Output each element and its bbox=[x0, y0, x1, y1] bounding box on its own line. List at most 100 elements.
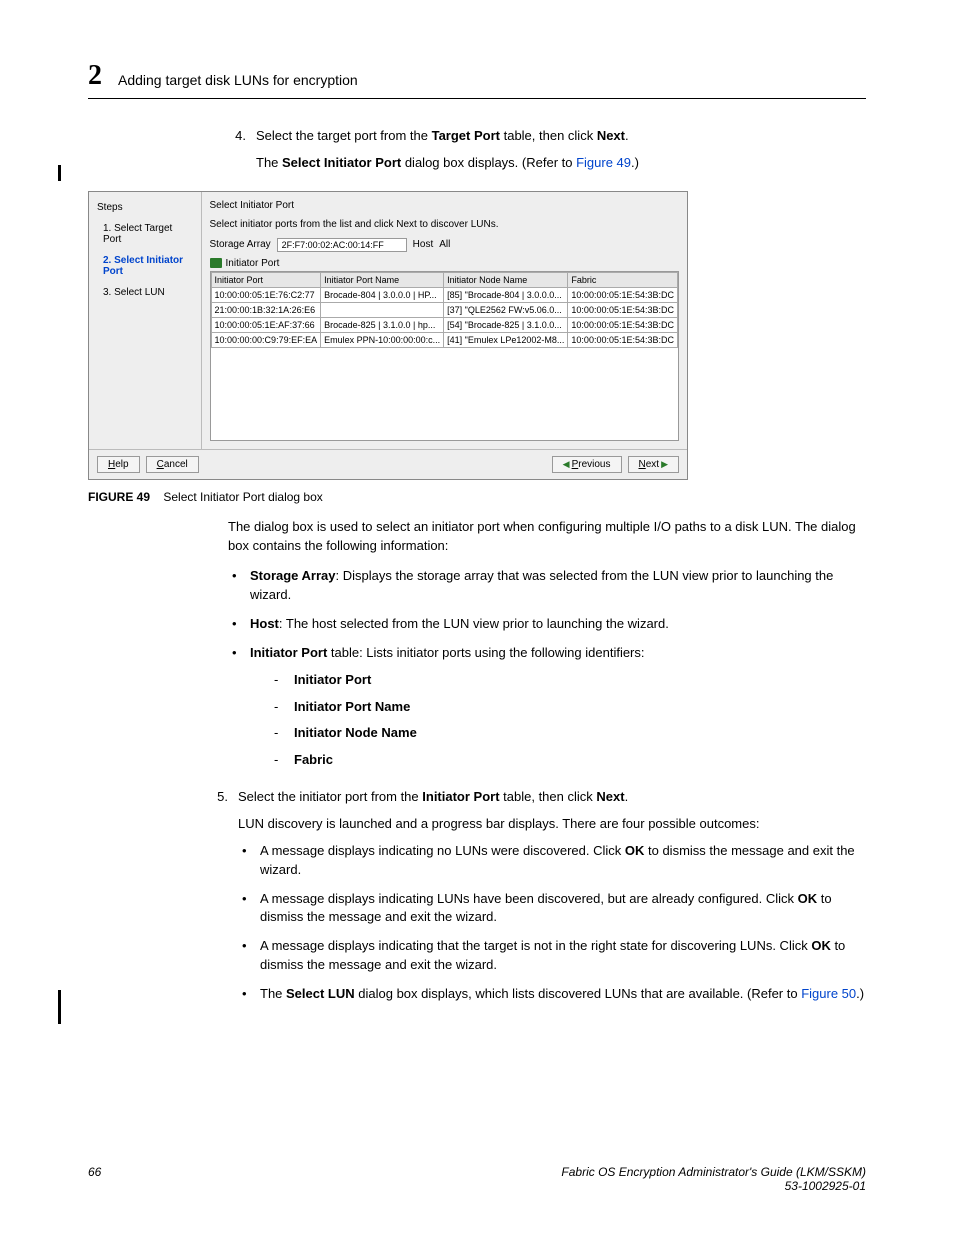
text: A message displays indicating no LUNs we… bbox=[260, 843, 625, 858]
initiator-port-icon bbox=[210, 258, 222, 268]
cell: [37] "QLE2562 FW:v5.06.0... bbox=[444, 302, 568, 317]
text: Initiator Port bbox=[294, 672, 371, 687]
cell bbox=[321, 302, 444, 317]
figure-label: FIGURE 49 bbox=[88, 490, 150, 504]
cell: [54] "Brocade-825 | 3.1.0.0... bbox=[444, 317, 568, 332]
select-lun-bold: Select LUN bbox=[286, 986, 355, 1001]
step5-line1: Select the initiator port from the Initi… bbox=[238, 788, 866, 807]
next-button[interactable]: Next▶Next bbox=[628, 456, 680, 473]
list-item: Initiator Node Name bbox=[274, 724, 866, 743]
text: Select the target port from the bbox=[256, 128, 432, 143]
dialog-footer: HHelpelp CancelCancel ◀PreviousPrevious … bbox=[89, 449, 687, 479]
ok-bold: OK bbox=[811, 938, 831, 953]
step4-line1: Select the target port from the Target P… bbox=[256, 127, 866, 146]
wizard-steps-panel: Steps 1. Select Target Port 2. Select In… bbox=[89, 192, 202, 449]
list-item: A message displays indicating that the t… bbox=[238, 937, 866, 975]
text: Initiator Port Name bbox=[294, 699, 410, 714]
footer-title: Fabric OS Encryption Administrator's Gui… bbox=[561, 1165, 866, 1179]
page-header: 2 Adding target disk LUNs for encryption bbox=[88, 60, 866, 92]
initiator-port-label-row: Initiator Port bbox=[210, 258, 679, 269]
cell: 21:00:00:1B:32:1A:26:E6 bbox=[211, 302, 321, 317]
list-item: The Select LUN dialog box displays, whic… bbox=[238, 985, 866, 1004]
text: : The host selected from the LUN view pr… bbox=[279, 616, 669, 631]
cell: [85] "Brocade-804 | 3.0.0.0... bbox=[444, 287, 568, 302]
table-row[interactable]: 21:00:00:1B:32:1A:26:E6 [37] "QLE2562 FW:… bbox=[211, 302, 677, 317]
list-item: Host: The host selected from the LUN vie… bbox=[228, 615, 866, 634]
col-initiator-port-name[interactable]: Initiator Port Name bbox=[321, 272, 444, 287]
initiator-port-bold: Initiator Port bbox=[250, 645, 327, 660]
main-content: 4. Select the target port from the Targe… bbox=[228, 127, 866, 780]
step-number: 4. bbox=[228, 127, 246, 181]
ok-bold: OK bbox=[625, 843, 645, 858]
cell: 10:00:00:05:1E:54:3B:DC bbox=[568, 317, 678, 332]
cell: 10:00:00:00:C9:79:EF:EA bbox=[211, 332, 321, 347]
wizard-step-1: 1. Select Target Port bbox=[103, 223, 193, 245]
text: .) bbox=[631, 155, 639, 170]
text: . bbox=[625, 128, 629, 143]
dialog-subtitle: Select initiator ports from the list and… bbox=[210, 219, 679, 230]
list-item: Initiator Port Name bbox=[274, 698, 866, 717]
steps-label: Steps bbox=[97, 202, 193, 213]
text: dialog box displays, which lists discove… bbox=[355, 986, 802, 1001]
text: table, then click bbox=[500, 789, 597, 804]
outcome-list: A message displays indicating no LUNs we… bbox=[238, 842, 866, 1004]
cell: Emulex PPN-10:00:00:00:c... bbox=[321, 332, 444, 347]
dialog-title: Select Initiator Port bbox=[210, 200, 679, 211]
step-number: 5. bbox=[210, 788, 228, 1014]
figure-49-caption: FIGURE 49 Select Initiator Port dialog b… bbox=[88, 490, 866, 504]
figure-49-link[interactable]: Figure 49 bbox=[576, 155, 631, 170]
select-initiator-port-dialog: Steps 1. Select Target Port 2. Select In… bbox=[88, 191, 688, 480]
header-title: Adding target disk LUNs for encryption bbox=[118, 72, 358, 92]
initiator-port-table-wrap: Initiator Port Initiator Port Name Initi… bbox=[210, 271, 679, 441]
dialog-name-bold: Select Initiator Port bbox=[282, 155, 401, 170]
list-item: Initiator Port bbox=[274, 671, 866, 690]
wizard-step-3: 3. Select LUN bbox=[103, 287, 193, 298]
change-bar bbox=[58, 165, 61, 181]
chevron-left-icon: ◀ bbox=[563, 459, 570, 469]
figure-caption-text: Select Initiator Port dialog box bbox=[163, 490, 322, 504]
text: table: Lists initiator ports using the f… bbox=[327, 645, 644, 660]
text: Initiator Node Name bbox=[294, 725, 417, 740]
cell: Brocade-804 | 3.0.0.0 | HP... bbox=[321, 287, 444, 302]
col-initiator-node-name[interactable]: Initiator Node Name bbox=[444, 272, 568, 287]
figure-49: Steps 1. Select Target Port 2. Select In… bbox=[88, 191, 866, 504]
list-item: Storage Array: Displays the storage arra… bbox=[228, 567, 866, 605]
cell: Brocade-825 | 3.1.0.0 | hp... bbox=[321, 317, 444, 332]
step5-line2: LUN discovery is launched and a progress… bbox=[238, 815, 866, 834]
list-item: Fabric bbox=[274, 751, 866, 770]
cell: 10:00:00:05:1E:54:3B:DC bbox=[568, 332, 678, 347]
step-5: 5. Select the initiator port from the In… bbox=[210, 788, 866, 1014]
initiator-port-bold: Initiator Port bbox=[422, 789, 499, 804]
footer-docid: 53-1002925-01 bbox=[561, 1179, 866, 1193]
wizard-step-2: 2. Select Initiator Port bbox=[103, 255, 193, 277]
cancel-button[interactable]: CancelCancel bbox=[146, 456, 199, 473]
cell: 10:00:00:05:1E:54:3B:DC bbox=[568, 287, 678, 302]
storage-array-value: 2F:F7:00:02:AC:00:14:FF bbox=[277, 238, 407, 252]
text: Select the initiator port from the bbox=[238, 789, 422, 804]
cell: 10:00:00:05:1E:54:3B:DC bbox=[568, 302, 678, 317]
host-label: Host bbox=[413, 239, 434, 250]
list-item: A message displays indicating LUNs have … bbox=[238, 890, 866, 928]
storage-array-bold: Storage Array bbox=[250, 568, 336, 583]
text: A message displays indicating LUNs have … bbox=[260, 891, 798, 906]
help-button[interactable]: HHelpelp bbox=[97, 456, 140, 473]
col-initiator-port[interactable]: Initiator Port bbox=[211, 272, 321, 287]
table-row[interactable]: 10:00:00:05:1E:76:C2:77Brocade-804 | 3.0… bbox=[211, 287, 677, 302]
chevron-right-icon: ▶ bbox=[661, 459, 668, 469]
initiator-port-table[interactable]: Initiator Port Initiator Port Name Initi… bbox=[211, 272, 678, 348]
step4-line2: The Select Initiator Port dialog box dis… bbox=[256, 154, 866, 173]
intro-paragraph: The dialog box is used to select an init… bbox=[228, 518, 866, 556]
table-row[interactable]: 10:00:00:00:C9:79:EF:EAEmulex PPN-10:00:… bbox=[211, 332, 677, 347]
storage-array-label: Storage Array bbox=[210, 239, 271, 250]
cell: [41] "Emulex LPe12002-M8... bbox=[444, 332, 568, 347]
text: dialog box displays. (Refer to bbox=[401, 155, 576, 170]
host-bold: Host bbox=[250, 616, 279, 631]
previous-button[interactable]: ◀PreviousPrevious bbox=[552, 456, 622, 473]
col-fabric[interactable]: Fabric bbox=[568, 272, 678, 287]
change-bar bbox=[58, 990, 61, 1024]
text: The bbox=[260, 986, 286, 1001]
figure-50-link[interactable]: Figure 50 bbox=[801, 986, 856, 1001]
dialog-main: Select Initiator Port Select initiator p… bbox=[202, 192, 687, 449]
table-row[interactable]: 10:00:00:05:1E:AF:37:66Brocade-825 | 3.1… bbox=[211, 317, 677, 332]
cell: 10:00:00:05:1E:76:C2:77 bbox=[211, 287, 321, 302]
